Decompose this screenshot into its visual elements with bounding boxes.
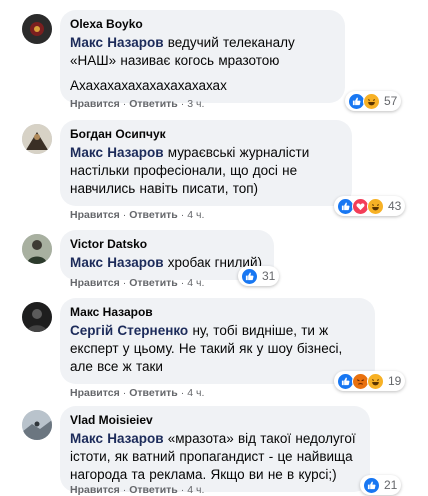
reply-link[interactable]: Ответить <box>129 387 178 399</box>
reaction-summary[interactable]: 21 <box>360 475 402 495</box>
reply-link[interactable]: Ответить <box>129 98 178 110</box>
comment-text: Макс Назаров ведучий телеканалу «НАШ» на… <box>70 35 295 68</box>
avatar[interactable] <box>22 302 52 332</box>
like-link[interactable]: Нравится <box>70 209 120 221</box>
mention-link[interactable]: Макс Назаров <box>70 431 164 446</box>
mention-link[interactable]: Макс Назаров <box>70 255 164 270</box>
reaction-summary[interactable]: 57 <box>345 91 402 111</box>
avatar[interactable] <box>22 234 52 264</box>
mention-link[interactable]: Макс Назаров <box>70 145 164 160</box>
haha-icon <box>367 197 384 215</box>
comment-text: Макс Назаров «мразота» від такої недолуг… <box>70 431 356 482</box>
comment-actions: Нравится · Ответить · 4 ч. <box>70 484 205 496</box>
comment-author[interactable]: Olexa Boyko <box>70 17 335 31</box>
comment-time[interactable]: 4 ч. <box>187 277 204 289</box>
reaction-summary[interactable]: 43 <box>334 196 406 216</box>
comment-bubble: Макс Назаров Сергій Стерненко ну, тобі в… <box>60 298 375 384</box>
reaction-summary[interactable]: 19 <box>334 371 406 391</box>
comment-text-line: Ахахахахахахахахахахах <box>70 78 227 93</box>
avatar[interactable] <box>22 124 52 154</box>
reaction-count: 21 <box>384 478 398 492</box>
comment-bubble: Богдан Осипчук Макс Назаров мураєвські ж… <box>60 120 352 206</box>
reaction-count: 31 <box>262 269 276 283</box>
reaction-count: 19 <box>388 374 402 388</box>
reply-link[interactable]: Ответить <box>129 484 178 496</box>
avatar[interactable] <box>22 410 52 440</box>
comment-actions: Нравится · Ответить · 3 ч. <box>70 98 205 110</box>
like-link[interactable]: Нравится <box>70 98 120 110</box>
haha-icon <box>363 92 380 110</box>
like-link[interactable]: Нравится <box>70 387 120 399</box>
mention-link[interactable]: Сергій Стерненко <box>70 323 188 338</box>
comment-actions: Нравится · Ответить · 4 ч. <box>70 387 205 399</box>
comment-time[interactable]: 4 ч. <box>187 387 204 399</box>
reply-link[interactable]: Ответить <box>129 209 178 221</box>
comment-bubble: Vlad Moisieiev Макс Назаров «мразота» ві… <box>60 406 370 492</box>
comment-time[interactable]: 4 ч. <box>187 484 204 496</box>
reaction-count: 43 <box>388 199 402 213</box>
comment-author[interactable]: Богдан Осипчук <box>70 127 342 141</box>
comment-time[interactable]: 3 ч. <box>187 98 204 110</box>
like-link[interactable]: Нравится <box>70 484 120 496</box>
reaction-count: 57 <box>384 94 398 108</box>
like-link[interactable]: Нравится <box>70 277 120 289</box>
comment-actions: Нравится · Ответить · 4 ч. <box>70 209 205 221</box>
reaction-summary[interactable]: 31 <box>238 266 280 286</box>
comment-time[interactable]: 4 ч. <box>187 209 204 221</box>
comment-actions: Нравится · Ответить · 4 ч. <box>70 277 205 289</box>
like-icon <box>241 267 258 285</box>
comment-text: Макс Назаров хробак гнилий) <box>70 255 262 270</box>
haha-icon <box>367 372 384 390</box>
comment-author[interactable]: Vlad Moisieiev <box>70 413 360 427</box>
reply-link[interactable]: Ответить <box>129 277 178 289</box>
comment-text: Макс Назаров мураєвські журналісти насті… <box>70 145 310 196</box>
comment-text: Сергій Стерненко ну, тобі видніше, ти ж … <box>70 323 343 374</box>
comment-author[interactable]: Victor Datsko <box>70 237 264 251</box>
comment-bubble: Olexa Boyko Макс Назаров ведучий телекан… <box>60 10 345 103</box>
comment-author[interactable]: Макс Назаров <box>70 305 365 319</box>
avatar[interactable] <box>22 14 52 44</box>
like-icon <box>363 476 380 494</box>
mention-link[interactable]: Макс Назаров <box>70 35 164 50</box>
